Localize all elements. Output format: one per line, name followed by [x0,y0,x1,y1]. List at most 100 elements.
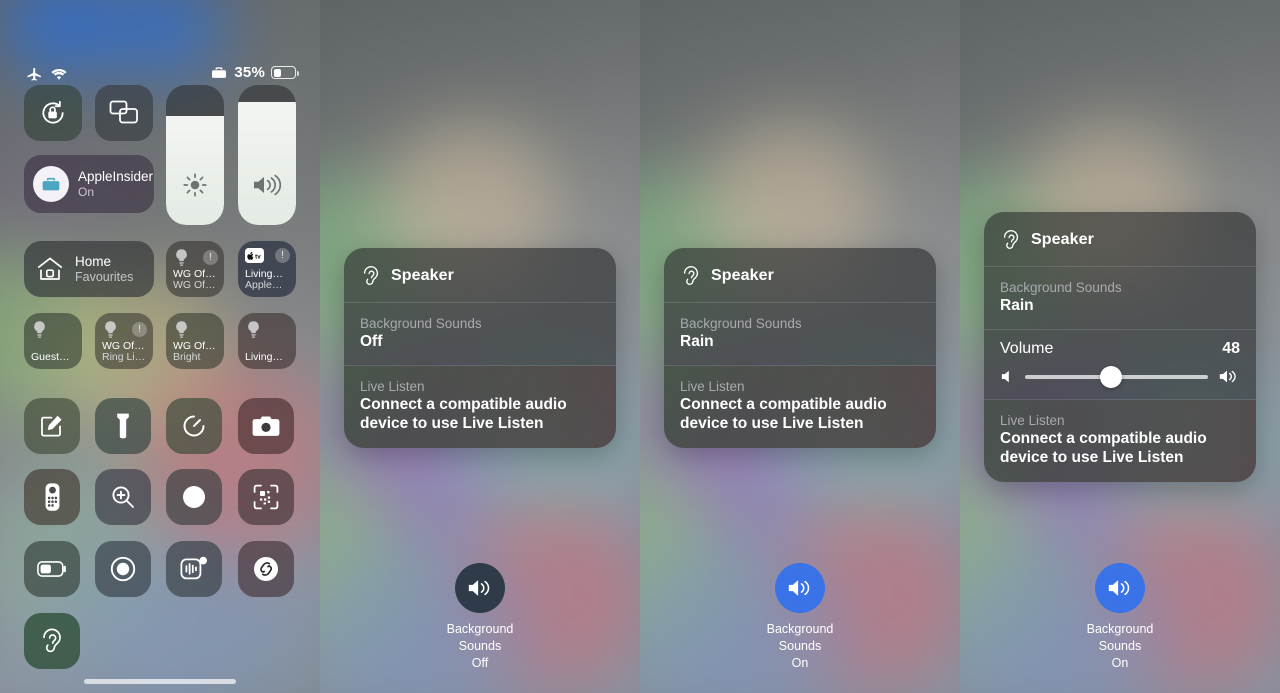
live-listen-value: Connect a compatible audio device to use… [1000,430,1207,466]
home-title: Home [75,254,112,270]
accessory-tile[interactable]: ! WG Of… WG Of… [166,241,224,297]
volume-slider-knob[interactable] [1100,365,1122,388]
accessory-line1: Living… [245,352,283,364]
volume-icon [238,171,296,199]
speaker-card[interactable]: Speaker Background Sounds Off Live Liste… [344,248,616,448]
bulb-icon [245,320,262,339]
volume-slider[interactable] [238,85,296,225]
accessory-tile[interactable]: tv ! Living… Apple… [238,241,296,297]
briefcase-icon [33,166,69,202]
bulb-icon [173,248,190,267]
speaker-wave-icon [786,576,814,600]
background-sounds-row[interactable]: Background Sounds Rain [984,267,1256,330]
background-sounds-button[interactable]: Background Sounds Off [400,563,560,672]
status-badge: ! [203,250,218,265]
screen-record-tile[interactable] [95,541,151,597]
timer-tile[interactable] [166,398,222,454]
background-sounds-button-label-2: Sounds [458,638,502,653]
shazam-tile[interactable] [238,541,294,597]
accessory-line2: Bright [173,352,201,364]
volume-slider-track[interactable] [1025,365,1208,388]
notes-tile[interactable] [24,398,80,454]
accessory-line1: WG Of… [102,340,145,352]
panel-sounds-off: Speaker Background Sounds Off Live Liste… [320,0,640,693]
battery-icon [37,561,67,577]
speaker-wave-icon [1106,576,1134,600]
rotation-lock-tile[interactable] [24,85,82,141]
background-sounds-toggle[interactable] [455,563,505,613]
camera-tile[interactable] [238,398,294,454]
home-tile[interactable]: Home Favourites [24,241,154,297]
panel-sounds-volume: Speaker Background Sounds Rain Volume 48 [960,0,1280,693]
flashlight-tile[interactable] [95,398,151,454]
accessory-tile[interactable]: ! WG Of… Ring Li… [95,313,153,369]
volume-label: Volume [1000,340,1054,357]
accessory-tile[interactable]: Living… [238,313,296,369]
bulb-icon [173,320,190,339]
background-sounds-row[interactable]: Background Sounds Off [344,303,616,366]
background-sounds-button-state: Off [471,655,489,670]
accessory-line1: Living… [245,268,283,280]
svg-text:tv: tv [255,253,261,259]
background-sounds-value: Off [360,333,383,350]
background-sounds-button-state: On [791,655,809,670]
background-sounds-label: Background Sounds [360,316,482,331]
speaker-card-header: Speaker [984,212,1256,267]
live-listen-value: Connect a compatible audio device to use… [360,396,567,432]
status-badge: ! [132,322,147,337]
speaker-card[interactable]: Speaker Background Sounds Rain Volume 48 [984,212,1256,482]
speaker-card-title: Speaker [1031,231,1094,248]
contrast-circle-icon [180,483,208,511]
screenshot-stage: 35% AppleInsider On Home Favourites ! WG… [0,0,1280,693]
screen-mirroring-tile[interactable] [95,85,153,141]
background-sounds-value: Rain [680,333,714,350]
ear-hearing-icon [360,264,382,288]
sound-recognition-tile[interactable] [166,541,222,597]
notes-pencil-icon [39,413,65,439]
background-sounds-button-label-1: Background [766,622,834,636]
volume-row[interactable]: Volume 48 [984,330,1256,400]
background-sounds-toggle[interactable] [775,563,825,613]
background-sounds-label: Background Sounds [680,316,802,331]
low-power-tile[interactable] [24,541,80,597]
code-scanner-tile[interactable] [238,469,294,525]
dark-mode-tile[interactable] [166,469,222,525]
accessory-tile[interactable]: Guest… [24,313,82,369]
volume-value: 48 [1222,340,1240,357]
background-sounds-button[interactable]: Background Sounds On [720,563,880,672]
speaker-card[interactable]: Speaker Background Sounds Rain Live List… [664,248,936,448]
background-sounds-row[interactable]: Background Sounds Rain [664,303,936,366]
background-sounds-button-label-1: Background [1086,622,1154,636]
shazam-icon [251,554,281,584]
speaker-wave-icon [466,576,494,600]
accessory-line1: Guest… [31,352,70,364]
app-shortcut-tile[interactable]: AppleInsider On [24,155,154,213]
ear-hearing-icon [1000,228,1022,252]
accessory-tile[interactable]: WG Of… Bright [166,313,224,369]
background-sounds-toggle[interactable] [1095,563,1145,613]
home-subtitle: Favourites [75,269,134,284]
brightness-slider[interactable] [166,85,224,225]
tv-remote-tile[interactable] [24,469,80,525]
accessory-line2: Ring Li… [102,352,146,364]
screen-mirroring-icon [109,100,139,126]
background-sounds-button-label-2: Sounds [1098,638,1142,653]
live-listen-row[interactable]: Live Listen Connect a compatible audio d… [344,366,616,448]
accessory-line2: WG Of… [173,280,216,292]
live-listen-row[interactable]: Live Listen Connect a compatible audio d… [984,400,1256,482]
background-sounds-button-label-2: Sounds [778,638,822,653]
bulb-icon [31,320,48,339]
hearing-tile[interactable] [24,613,80,669]
status-badge [275,322,290,337]
live-listen-row[interactable]: Live Listen Connect a compatible audio d… [664,366,936,448]
home-indicator [84,679,236,684]
magnifier-tile[interactable] [95,469,151,525]
live-listen-label: Live Listen [360,379,425,394]
speaker-card-title: Speaker [711,267,774,284]
live-listen-label: Live Listen [1000,413,1065,428]
speaker-high-icon [1218,368,1240,385]
background-sounds-button[interactable]: Background Sounds On [1040,563,1200,672]
bulb-icon [102,320,119,339]
status-badge [61,322,76,337]
qr-scanner-icon [252,483,280,511]
